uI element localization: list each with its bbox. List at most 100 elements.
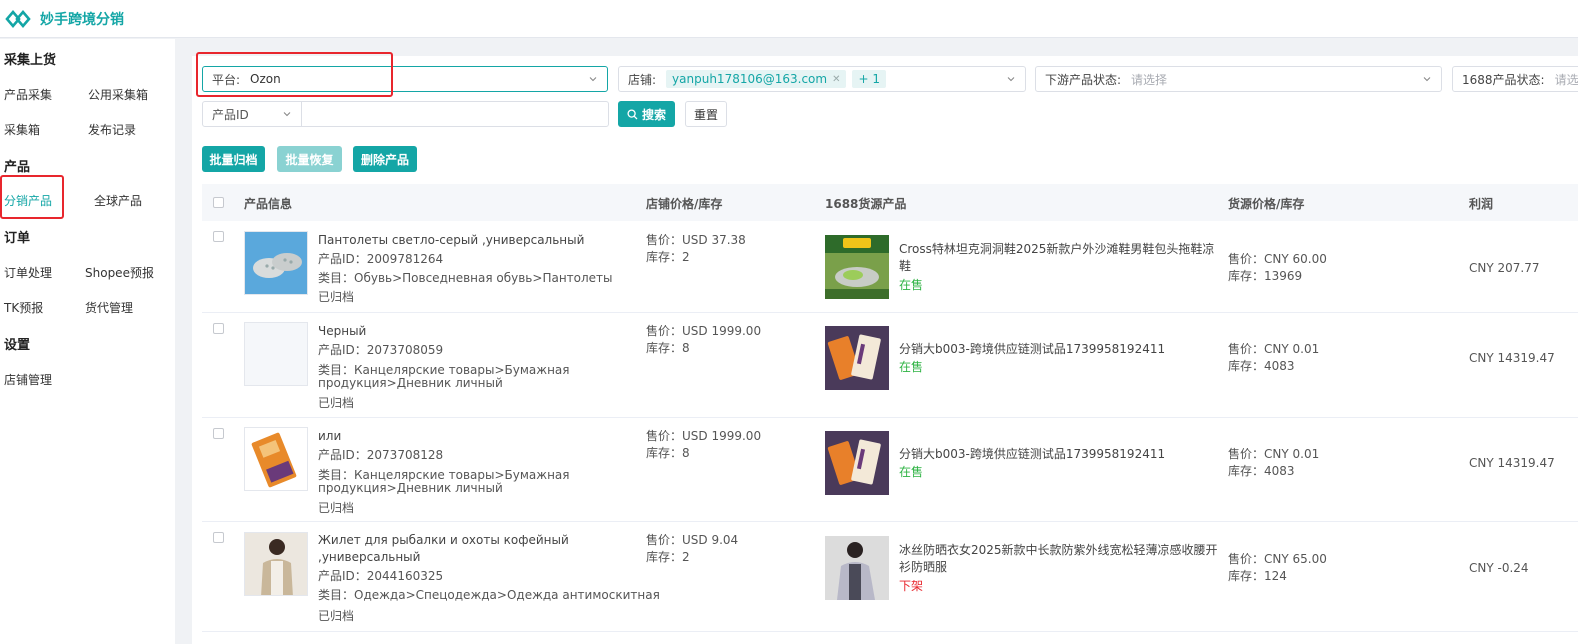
- row-checkbox[interactable]: [213, 323, 224, 334]
- product-id: 产品ID：2009781264: [318, 252, 444, 266]
- sidebar-item-shop-management[interactable]: 店铺管理: [4, 371, 52, 388]
- product-category: 类目：Обувь>Повседневная обувь>Пантолеты: [318, 271, 613, 285]
- app-title[interactable]: 妙手跨境分销: [40, 9, 124, 29]
- product-thumbnail[interactable]: [244, 322, 308, 386]
- delete-products-button[interactable]: 删除产品: [353, 146, 417, 172]
- source-title-cont[interactable]: 鞋: [899, 258, 911, 275]
- source-thumbnail[interactable]: [825, 326, 889, 390]
- source-thumbnail[interactable]: [825, 235, 889, 299]
- chevron-down-icon: [1423, 77, 1431, 82]
- row-checkbox[interactable]: [213, 532, 224, 543]
- product-thumbnail[interactable]: [244, 427, 308, 491]
- sidebar-item-order-processing[interactable]: 订单处理: [4, 264, 52, 281]
- source-thumbnail[interactable]: [825, 431, 889, 495]
- header-profit: 利润: [1469, 197, 1494, 211]
- shop-price: 售价：USD 1999.00: [646, 324, 762, 338]
- batch-archive-button[interactable]: 批量归档: [202, 146, 265, 172]
- shop-select[interactable]: 店铺: yanpuh178106@163.com ✕ + 1: [618, 66, 1026, 92]
- header-shop-price-stock: 店铺价格/库存: [646, 197, 723, 211]
- product-thumbnail[interactable]: [244, 532, 308, 596]
- archived-label: 已归档: [318, 290, 355, 304]
- highlight-box-platform: [196, 52, 393, 97]
- source-title[interactable]: Cross特林坦克洞洞鞋2025新款户外沙滩鞋男鞋包头拖鞋凉: [899, 241, 1214, 258]
- chevron-down-icon: [1007, 77, 1015, 82]
- product-title[interactable]: Жилет для рыбалки и охоты кофейный: [318, 532, 569, 549]
- downstream-status-placeholder: 请选择: [1131, 72, 1168, 87]
- product-id: 产品ID：2044160325: [318, 569, 444, 583]
- sidebar-item-public-collect-box[interactable]: 公用采集箱: [88, 86, 148, 103]
- shop-stock: 库存：8: [646, 341, 690, 355]
- sidebar-section-product: 产品: [4, 160, 31, 175]
- product-title[interactable]: Черный: [318, 323, 366, 340]
- source-stock: 库存：4083: [1228, 464, 1295, 478]
- id-type-value: 产品ID: [212, 107, 249, 122]
- source-price: 售价：CNY 0.01: [1228, 342, 1320, 356]
- reset-button[interactable]: 重置: [685, 101, 727, 127]
- header-source-product: 1688货源产品: [825, 197, 907, 211]
- source-status-label: 1688产品状态:: [1462, 72, 1545, 87]
- source-title[interactable]: 分销大b003-跨境供应链测试品1739958192411: [899, 446, 1165, 463]
- sidebar-item-product-collect[interactable]: 产品采集: [4, 86, 52, 103]
- source-status-select[interactable]: 1688产品状态: 请选: [1452, 66, 1578, 92]
- table-header: 产品信息 店铺价格/库存 1688货源产品 货源价格/库存 利润: [202, 184, 1578, 221]
- id-type-select[interactable]: 产品ID: [202, 101, 302, 127]
- sidebar-item-publish-records[interactable]: 发布记录: [88, 121, 136, 138]
- source-thumbnail[interactable]: [825, 536, 889, 600]
- shop-tag[interactable]: yanpuh178106@163.com ✕: [666, 70, 847, 88]
- table-row[interactable]: Жилет для рыбалки и охоты кофейный ,унив…: [202, 522, 1578, 632]
- search-icon: [627, 108, 638, 119]
- profit-value: CNY -0.24: [1469, 561, 1529, 575]
- source-price: 售价：CNY 65.00: [1228, 552, 1327, 566]
- product-thumbnail[interactable]: [244, 231, 308, 295]
- shop-stock: 库存：8: [646, 446, 690, 460]
- source-title[interactable]: 分销大b003-跨境供应链测试品1739958192411: [899, 341, 1165, 358]
- source-title-cont[interactable]: 衫防晒服: [899, 559, 947, 576]
- archived-label: 已归档: [318, 501, 355, 515]
- downstream-status-select[interactable]: 下游产品状态: 请选择: [1035, 66, 1442, 92]
- search-button[interactable]: 搜索: [618, 101, 675, 127]
- chevron-down-icon: [283, 112, 291, 117]
- source-status: 下架: [899, 579, 924, 593]
- row-checkbox[interactable]: [213, 428, 224, 439]
- shop-more-tag[interactable]: + 1: [852, 70, 886, 88]
- product-category-cont: продукция>Дневник личный: [318, 376, 503, 390]
- close-icon[interactable]: ✕: [832, 74, 840, 85]
- sidebar-item-distribution-products[interactable]: 分销产品: [4, 192, 52, 209]
- table-row[interactable]: Черный 产品ID：2073708059 类目：Канцелярские т…: [202, 313, 1578, 418]
- select-all-checkbox[interactable]: [213, 197, 224, 208]
- source-title[interactable]: 冰丝防晒衣女2025新款中长款防紫外线宽松轻薄凉感收腰开: [899, 542, 1218, 559]
- sidebar-section-collect: 采集上货: [4, 53, 57, 68]
- shop-tag-text: yanpuh178106@163.com: [672, 72, 828, 86]
- product-category-cont: продукция>Дневник личный: [318, 481, 503, 495]
- sidebar-item-global-products[interactable]: 全球产品: [94, 192, 142, 209]
- source-status-placeholder: 请选: [1554, 72, 1578, 87]
- sidebar-item-tk-forecast[interactable]: TK预报: [4, 299, 43, 316]
- table-row[interactable]: или 产品ID：2073708128 类目：Канцелярские това…: [202, 418, 1578, 522]
- sidebar-item-collect-box[interactable]: 采集箱: [4, 121, 40, 138]
- diamond-logo-icon: [5, 10, 31, 28]
- id-search-input[interactable]: [301, 101, 609, 127]
- source-stock: 库存：13969: [1228, 269, 1303, 283]
- header-product-info: 产品信息: [244, 197, 293, 211]
- source-stock: 库存：124: [1228, 569, 1287, 583]
- table-row[interactable]: Пантолеты светло-серый ,универсальный 产品…: [202, 221, 1578, 313]
- main-panel: 平台: Ozon 店铺: yanpuh178106@163.com ✕ + 1 …: [192, 56, 1578, 644]
- profit-value: CNY 14319.47: [1469, 351, 1555, 365]
- shop-price: 售价：USD 1999.00: [646, 429, 762, 443]
- sidebar-item-forwarder-management[interactable]: 货代管理: [85, 299, 133, 316]
- sidebar-section-order: 订单: [4, 231, 31, 246]
- product-title-cont[interactable]: ,универсальный: [318, 549, 420, 566]
- shop-price: 售价：USD 9.04: [646, 533, 739, 547]
- product-category: 类目：Одежда>Спецодежда>Одежда антимоскитна…: [318, 588, 660, 602]
- sidebar-item-shopee-forecast[interactable]: Shopee预报: [85, 264, 154, 281]
- source-status: 在售: [899, 278, 924, 292]
- product-title[interactable]: Пантолеты светло-серый ,универсальный: [318, 232, 584, 249]
- product-title[interactable]: или: [318, 428, 341, 445]
- row-checkbox[interactable]: [213, 231, 224, 242]
- shop-stock: 库存：2: [646, 250, 690, 264]
- profit-value: CNY 207.77: [1469, 261, 1540, 275]
- sidebar-section-settings: 设置: [4, 338, 31, 353]
- top-header: 妙手跨境分销: [0, 0, 1578, 38]
- source-stock: 库存：4083: [1228, 359, 1295, 373]
- batch-restore-button[interactable]: 批量恢复: [277, 146, 342, 172]
